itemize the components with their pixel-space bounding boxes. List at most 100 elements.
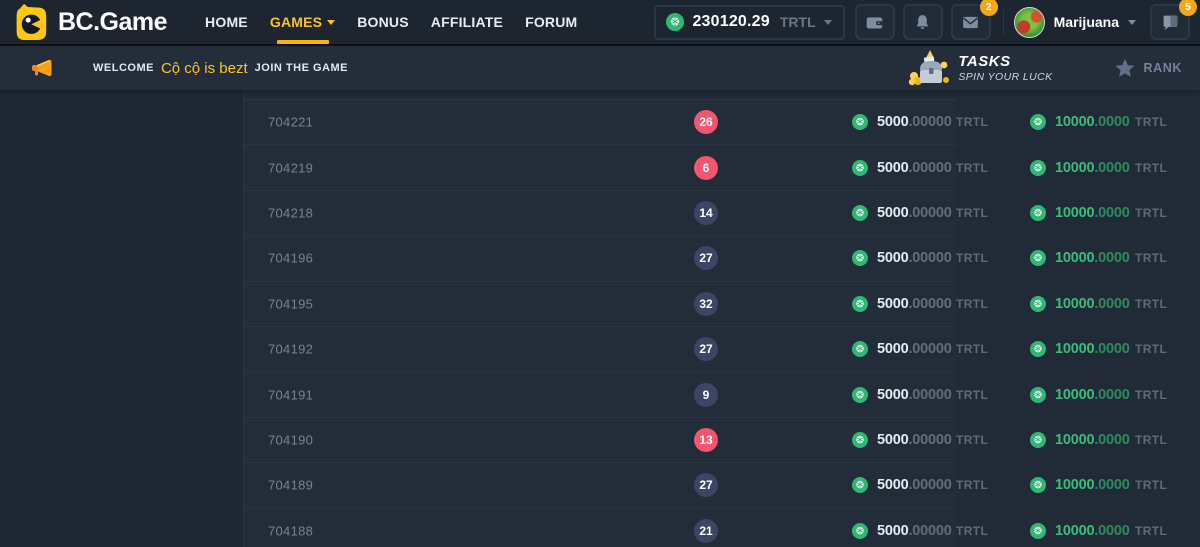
divider (1003, 9, 1004, 35)
mail-button[interactable]: 2 (951, 4, 991, 40)
chat-icon (1161, 13, 1180, 32)
bell-icon (913, 13, 932, 32)
nav-item-affiliate[interactable]: AFFILIATE (431, 0, 503, 44)
trtl-coin-icon (852, 205, 868, 221)
multiplier-badge: 6 (694, 156, 718, 180)
payout-amount-cell: 10000.0000 (1030, 523, 1130, 539)
bet-row[interactable]: 704221 26 5000.00000 TRTL (244, 100, 956, 145)
welcome-suffix: JOIN THE GAME (255, 62, 348, 74)
multiplier-badge-cell: 9 (694, 383, 718, 407)
nav-item-label: GAMES (270, 14, 322, 30)
wallet-button[interactable] (855, 4, 895, 40)
multiplier-badge: 13 (694, 428, 718, 452)
bet-id: 704188 (268, 523, 313, 538)
trtl-coin-icon (666, 13, 684, 31)
payout-currency: TRTL (1135, 161, 1167, 175)
bet-currency: TRTL (956, 206, 988, 220)
payout-amount-cell: 10000.0000 (1030, 160, 1130, 176)
bet-row[interactable]: 704192 27 5000.00000 TRTL (244, 327, 956, 372)
bet-amount: 5000.00000 (877, 432, 952, 448)
tasks-subtitle: SPIN YOUR LUCK (958, 71, 1052, 83)
welcome-message: WELCOME Cộ cộ is bezt JOIN THE GAME (93, 60, 348, 77)
brand-name: BC.Game (58, 8, 167, 37)
wallet-icon (865, 13, 884, 32)
payout-currency: TRTL (1135, 478, 1167, 492)
payout-currency: TRTL (1135, 433, 1167, 447)
multiplier-badge-cell: 6 (694, 156, 718, 180)
bet-id: 704195 (268, 296, 313, 311)
nav-item-games[interactable]: GAMES (270, 0, 335, 44)
bcgame-logo-icon (12, 3, 49, 42)
payout-currency: TRTL (1135, 115, 1167, 129)
trtl-coin-icon (1030, 387, 1046, 403)
bet-amount: 5000.00000 (877, 114, 952, 130)
bet-row[interactable]: 704190 13 5000.00000 TRTL (244, 418, 956, 463)
bet-row[interactable]: 704196 27 5000.00000 TRTL (244, 236, 956, 281)
app-root: BC.Game HOME GAMES BONUS AFFILIATE FORUM (0, 0, 1200, 547)
payout-amount: 10000.0000 (1055, 160, 1130, 176)
chat-badge: 5 (1179, 0, 1197, 16)
bet-row[interactable]: 704191 9 5000.00000 TRTL (244, 372, 956, 417)
bet-amount-cell: 5000.00000 (852, 387, 952, 403)
bet-row[interactable]: 704189 27 5000.00000 TRTL (244, 463, 956, 508)
balance-selector[interactable]: 230120.29 TRTL (654, 5, 844, 40)
main-content: 704221 26 5000.00000 TRTL (0, 90, 1200, 547)
mail-icon (961, 13, 980, 32)
tasks-title: TASKS (958, 53, 1052, 70)
bet-currency: TRTL (956, 115, 988, 129)
multiplier-badge-cell: 27 (694, 337, 718, 361)
left-panel-area (0, 90, 244, 547)
bet-currency: TRTL (956, 478, 988, 492)
nav-item-label: FORUM (525, 14, 577, 30)
bet-amount-cell: 5000.00000 (852, 432, 952, 448)
bet-amount: 5000.00000 (877, 160, 952, 176)
avatar (1014, 7, 1045, 38)
bet-amount-cell: 5000.00000 (852, 250, 952, 266)
bet-amount: 5000.00000 (877, 523, 952, 539)
bet-amount-cell: 5000.00000 (852, 477, 952, 493)
payout-currency: TRTL (1135, 206, 1167, 220)
payout-amount-cell: 10000.0000 (1030, 205, 1130, 221)
bet-row[interactable]: 704219 6 5000.00000 TRTL (244, 145, 956, 190)
multiplier-badge: 26 (694, 110, 718, 134)
trtl-coin-icon (852, 114, 868, 130)
bet-row[interactable]: 704195 32 5000.00000 TRTL (244, 282, 956, 327)
trtl-coin-icon (852, 432, 868, 448)
payout-amount-cell: 10000.0000 (1030, 114, 1130, 130)
nav-item-label: BONUS (357, 14, 409, 30)
multiplier-badge-cell: 14 (694, 201, 718, 225)
trtl-coin-icon (1030, 432, 1046, 448)
payout-currency: TRTL (1135, 342, 1167, 356)
bet-row[interactable]: 704218 14 5000.00000 TRTL (244, 191, 956, 236)
balance-currency: TRTL (780, 14, 816, 30)
bet-amount-cell: 5000.00000 (852, 205, 952, 221)
mail-badge: 2 (980, 0, 998, 16)
nav-item-bonus[interactable]: BONUS (357, 0, 409, 44)
bet-id: 704191 (268, 387, 313, 402)
bet-row[interactable]: 704188 21 5000.00000 TRTL (244, 509, 956, 547)
payout-currency: TRTL (1135, 524, 1167, 538)
bet-currency: TRTL (956, 388, 988, 402)
notifications-button[interactable] (903, 4, 943, 40)
trtl-coin-icon (1030, 250, 1046, 266)
trtl-coin-icon (1030, 114, 1046, 130)
payout-amount-cell: 10000.0000 (1030, 432, 1130, 448)
rank-widget[interactable]: RANK (1114, 57, 1182, 79)
tasks-text: TASKS SPIN YOUR LUCK (958, 53, 1052, 82)
bet-currency: TRTL (956, 297, 988, 311)
chevron-down-icon (824, 20, 832, 25)
trtl-coin-icon (1030, 523, 1046, 539)
nav-item-home[interactable]: HOME (205, 0, 248, 44)
bet-amount-cell: 5000.00000 (852, 341, 952, 357)
welcome-prefix: WELCOME (93, 62, 154, 74)
bet-currency: TRTL (956, 251, 988, 265)
trtl-coin-icon (852, 477, 868, 493)
chat-button[interactable]: 5 (1150, 4, 1190, 40)
bet-id: 704218 (268, 205, 313, 220)
tasks-widget[interactable]: TASKS SPIN YOUR LUCK (906, 47, 1052, 89)
bet-amount: 5000.00000 (877, 205, 952, 221)
nav-item-forum[interactable]: FORUM (525, 0, 577, 44)
brand-home-link[interactable]: BC.Game (12, 3, 167, 42)
user-menu[interactable]: Marijuana (1014, 7, 1136, 38)
payout-amount: 10000.0000 (1055, 387, 1130, 403)
